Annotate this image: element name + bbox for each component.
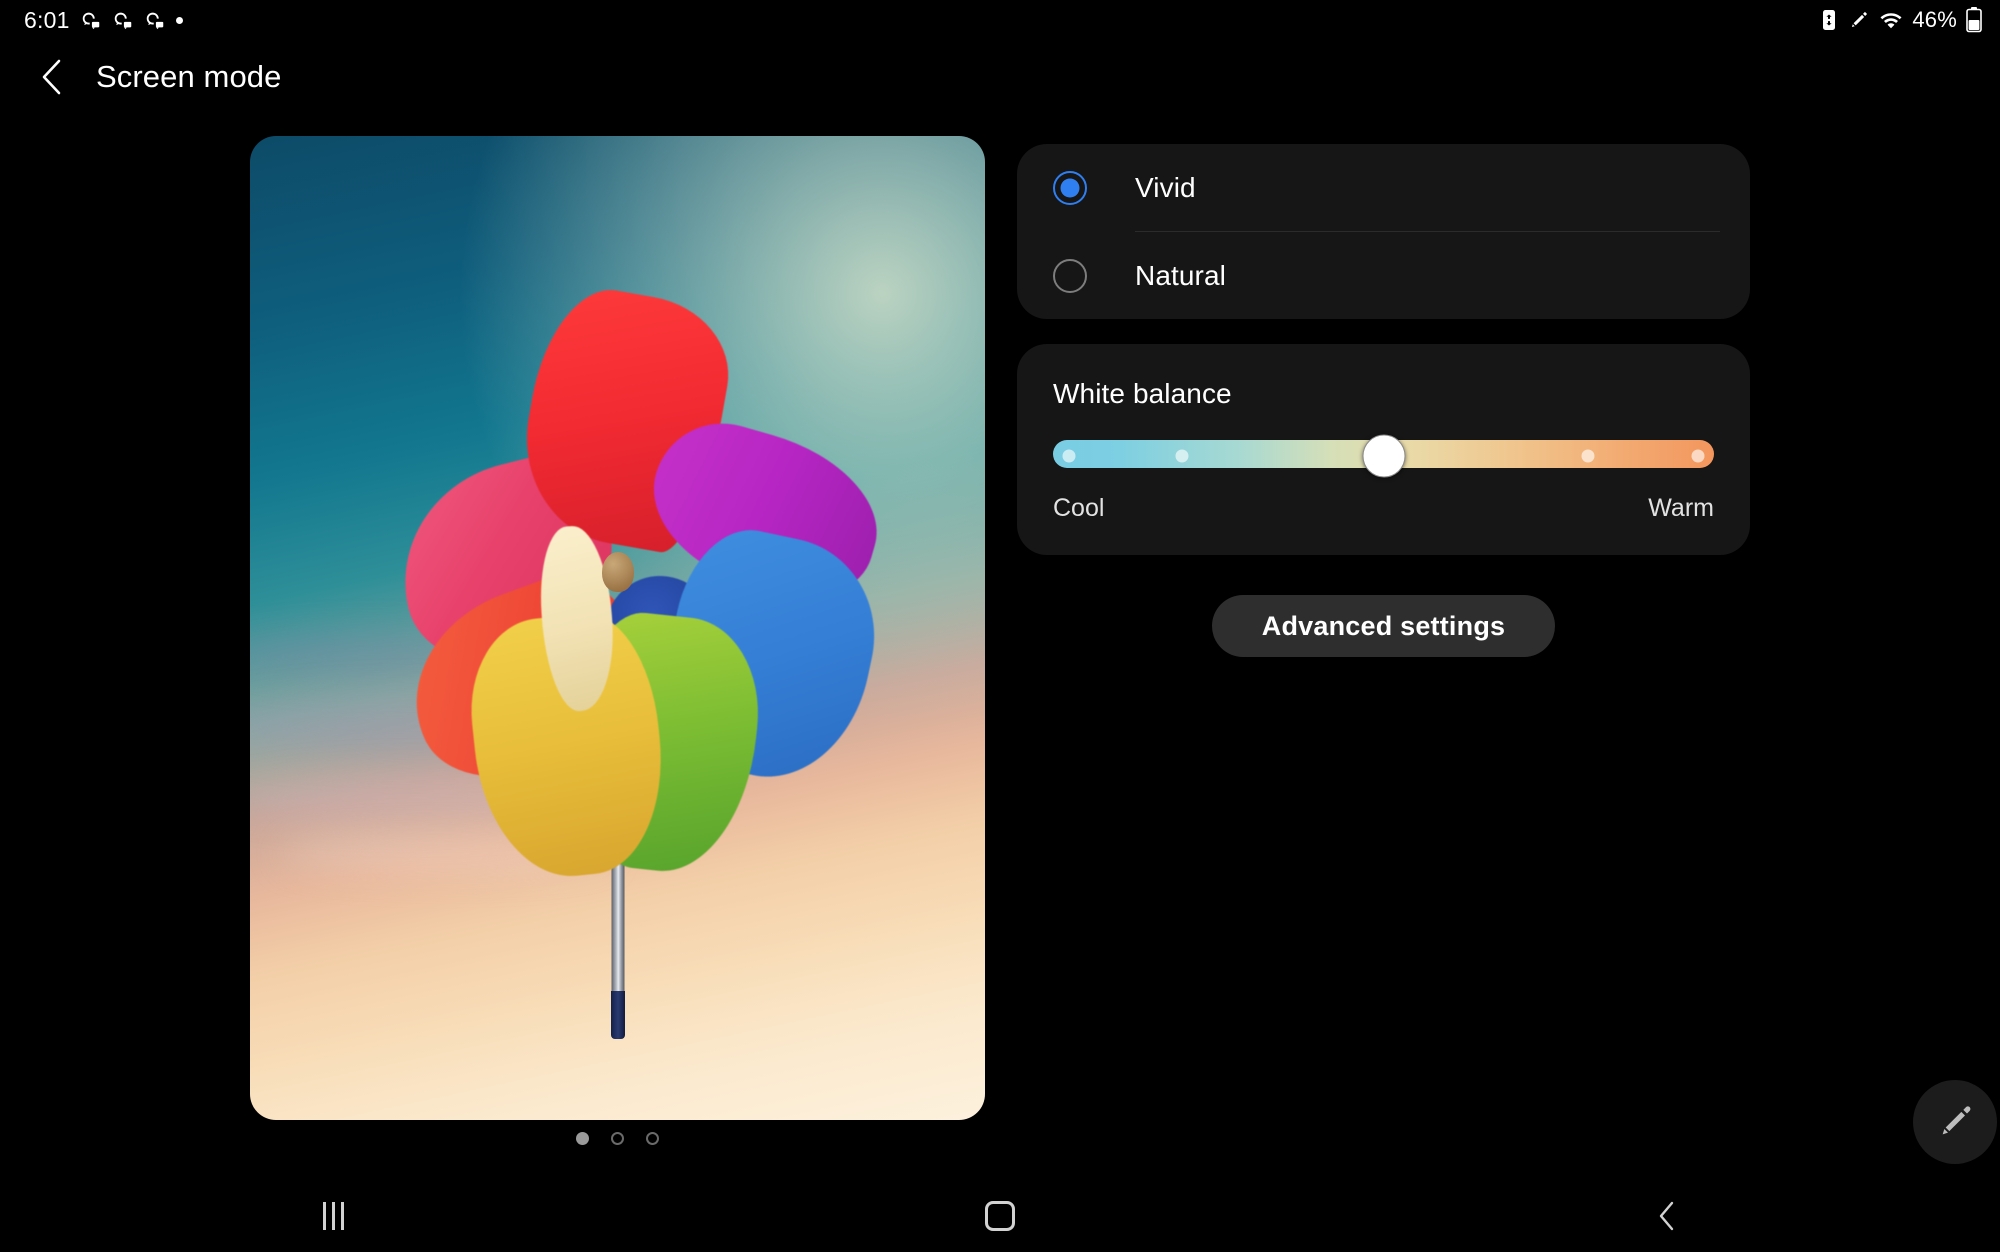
radio-button-natural[interactable] — [1053, 258, 1087, 293]
screen-mode-option-natural[interactable]: Natural — [1017, 232, 1750, 319]
screen-mode-page: 6:01 46% Screen mode Vivid Natural White… — [0, 0, 2000, 1252]
battery-icon — [1966, 7, 1982, 33]
status-bar: 6:01 46% — [0, 0, 2000, 40]
screen-mode-options-card: Vivid Natural — [1017, 144, 1750, 319]
navigation-bar — [0, 1180, 2000, 1252]
white-balance-slider[interactable] — [1053, 434, 1714, 478]
nav-home-button[interactable] — [667, 1180, 1334, 1252]
pager-dot[interactable] — [646, 1132, 659, 1145]
discord-icon — [82, 12, 99, 30]
status-bar-left: 6:01 — [24, 7, 183, 34]
back-button[interactable] — [30, 55, 74, 99]
page-header: Screen mode — [0, 44, 2000, 110]
white-balance-labels: Cool Warm — [1053, 494, 1714, 523]
status-bar-right: 46% — [1819, 7, 1982, 33]
radio-button-vivid[interactable] — [1053, 170, 1087, 205]
white-balance-card: White balance Cool Warm — [1017, 344, 1750, 555]
battery-percentage: 46% — [1912, 7, 1957, 32]
preview-container[interactable] — [250, 136, 985, 1120]
slider-tick — [1691, 449, 1705, 463]
discord-icon — [114, 12, 131, 30]
stylus-fab-button[interactable] — [1913, 1080, 1997, 1164]
slider-tick — [1062, 449, 1076, 463]
slider-tick — [1175, 449, 1189, 463]
nav-recents-button[interactable] — [0, 1180, 667, 1252]
status-clock: 6:01 — [24, 6, 70, 33]
pinwheel-graphic — [250, 136, 985, 1120]
preview-pager[interactable] — [250, 1132, 985, 1145]
pager-dot[interactable] — [611, 1132, 624, 1145]
screen-mode-option-vivid[interactable]: Vivid — [1017, 144, 1750, 231]
screen-mode-option-label: Natural — [1135, 259, 1226, 291]
back-icon — [1659, 1201, 1673, 1231]
wifi-icon — [1880, 13, 1902, 29]
pinwheel-hub — [601, 552, 634, 592]
white-balance-cool-label: Cool — [1053, 494, 1105, 522]
advanced-settings-container: Advanced settings — [1017, 595, 1750, 657]
battery-saver-icon — [1823, 10, 1836, 30]
settings-panel: Vivid Natural White balance Cool Warm Ad… — [1017, 136, 1750, 657]
stylus-icon — [1852, 11, 1868, 28]
advanced-settings-button[interactable]: Advanced settings — [1211, 595, 1556, 657]
white-balance-title: White balance — [1053, 378, 1232, 409]
page-title: Screen mode — [96, 59, 282, 94]
pinwheel-stick-tip — [610, 991, 625, 1039]
back-chevron-icon — [42, 59, 61, 95]
white-balance-thumb[interactable] — [1362, 434, 1405, 478]
notification-dot-icon — [175, 16, 183, 24]
home-icon — [985, 1201, 1015, 1231]
nav-back-button[interactable] — [1333, 1180, 2000, 1252]
screen-mode-preview-image[interactable] — [250, 136, 985, 1120]
recents-icon — [322, 1202, 344, 1230]
white-balance-warm-label: Warm — [1648, 494, 1714, 522]
discord-icon — [146, 12, 163, 30]
stylus-pen-icon — [1942, 1106, 1971, 1135]
screen-mode-option-label: Vivid — [1135, 171, 1196, 203]
slider-tick — [1581, 449, 1595, 463]
pager-dot-active[interactable] — [576, 1132, 589, 1145]
